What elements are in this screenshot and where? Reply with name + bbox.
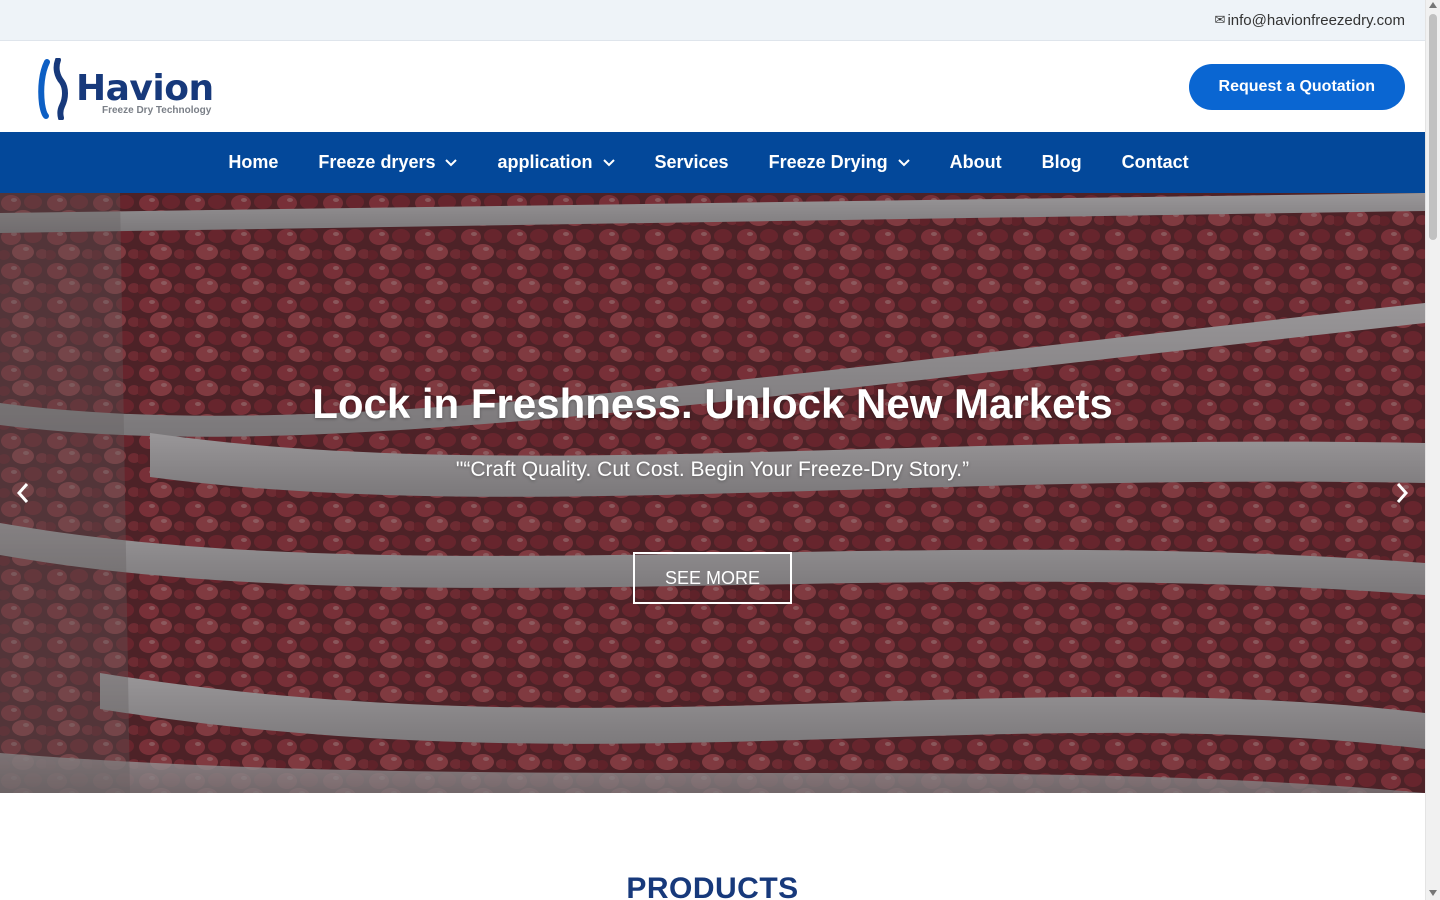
nav-item-label: Contact: [1121, 152, 1189, 172]
top-bar: ✉ info@havionfreezedry.com: [0, 0, 1425, 41]
vertical-scrollbar[interactable]: [1425, 0, 1440, 900]
email-address: info@havionfreezedry.com: [1227, 11, 1405, 29]
see-more-button[interactable]: SEE MORE: [633, 552, 792, 604]
logo-name: Havion: [76, 67, 214, 109]
nav-item-label: Home: [228, 152, 279, 172]
nav-item-home[interactable]: Home: [228, 152, 278, 173]
nav-item-freeze-dryers[interactable]: Freeze dryers: [318, 152, 458, 173]
nav-item-blog[interactable]: Blog: [1042, 152, 1082, 173]
nav-item-contact[interactable]: Contact: [1122, 152, 1189, 173]
hero-slider: Lock in Freshness. Unlock New Markets "“…: [0, 193, 1425, 793]
hero-subtitle: "“Craft Quality. Cut Cost. Begin Your Fr…: [455, 458, 970, 481]
scroll-down-icon[interactable]: [1429, 890, 1437, 896]
chevron-down-icon: [602, 158, 615, 166]
logo-tagline: Freeze Dry Technology: [102, 104, 212, 116]
mail-icon: ✉: [1214, 12, 1226, 27]
logo-mark-icon: [38, 57, 68, 120]
chevron-right-icon[interactable]: [1391, 480, 1413, 506]
nav-item-services[interactable]: Services: [655, 152, 729, 173]
nav-item-label: application: [497, 152, 593, 172]
hero-content: Lock in Freshness. Unlock New Markets "“…: [0, 193, 1425, 793]
nav-item-label: Services: [654, 152, 729, 172]
nav-item-freeze-drying[interactable]: Freeze Drying: [769, 152, 910, 173]
site-header: Havion Freeze Dry Technology Request a Q…: [0, 41, 1425, 132]
nav-item-label: Freeze Drying: [768, 152, 888, 172]
scrollbar-thumb[interactable]: [1429, 14, 1437, 240]
logo[interactable]: Havion Freeze Dry Technology: [38, 54, 214, 120]
chevron-down-icon: [897, 158, 910, 166]
email-link[interactable]: ✉ info@havionfreezedry.com: [1215, 12, 1405, 29]
request-quotation-button[interactable]: Request a Quotation: [1188, 63, 1405, 110]
nav-item-label: Freeze dryers: [318, 152, 436, 172]
main-nav: Home Freeze dryers application Services …: [0, 132, 1425, 193]
nav-item-label: About: [949, 152, 1002, 172]
chevron-down-icon: [445, 158, 458, 166]
scroll-up-icon[interactable]: [1429, 2, 1437, 8]
chevron-left-icon[interactable]: [12, 480, 34, 506]
hero-title: Lock in Freshness. Unlock New Markets: [312, 380, 1113, 427]
logo-text: Havion Freeze Dry Technology: [76, 67, 214, 116]
page: ✉ info@havionfreezedry.com Havion Freeze…: [0, 0, 1425, 900]
nav-item-application[interactable]: application: [497, 152, 615, 173]
products-heading: PRODUCTS: [626, 872, 799, 900]
nav-item-about[interactable]: About: [950, 152, 1002, 173]
nav-item-label: Blog: [1041, 152, 1082, 172]
